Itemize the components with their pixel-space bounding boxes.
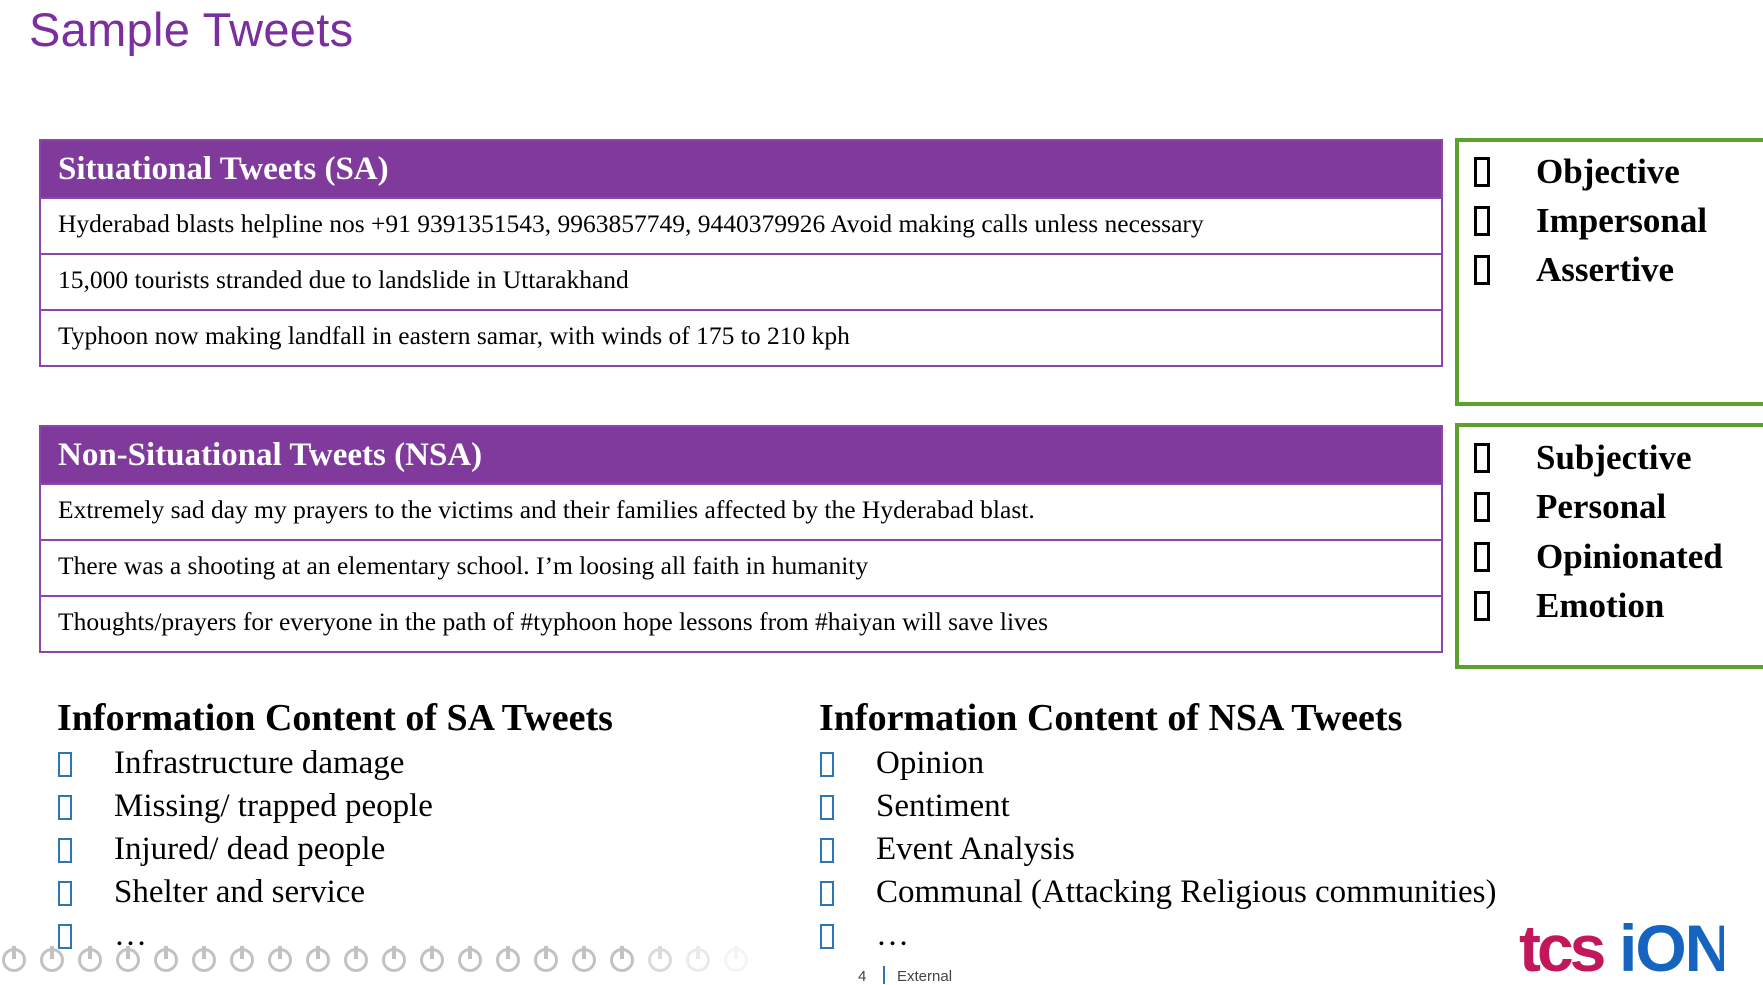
checkbox-icon	[1474, 442, 1490, 473]
list-item: Shelter and service	[57, 871, 613, 914]
tweet-row: Typhoon now making landfall in eastern s…	[41, 309, 1441, 365]
nsa-info-content: Information Content of NSA Tweets Opinio…	[819, 696, 1497, 957]
property-item: Emotion	[1474, 582, 1664, 630]
logo-tcs-text: tcs	[1519, 911, 1604, 979]
power-icon	[420, 946, 444, 972]
list-item-label: Communal (Attacking Religious communitie…	[876, 874, 1497, 910]
property-item: Objective	[1474, 148, 1680, 196]
non-situational-tweets-header: Non-Situational Tweets (NSA)	[41, 427, 1441, 483]
power-icon	[572, 946, 596, 972]
non-situational-tweets-table: Non-Situational Tweets (NSA) Extremely s…	[39, 425, 1443, 653]
sa-info-heading: Information Content of SA Tweets	[57, 697, 613, 739]
property-label: Opinionated	[1536, 537, 1723, 576]
situational-tweets-header: Situational Tweets (SA)	[41, 141, 1441, 197]
power-icon-watermark	[0, 944, 780, 984]
list-item-label: Event Analysis	[876, 831, 1075, 867]
power-icon	[610, 946, 634, 972]
list-item: Missing/ trapped people	[57, 785, 613, 828]
power-icon	[78, 946, 102, 972]
list-item-label: …	[876, 917, 909, 953]
list-item: Opinion	[819, 742, 1402, 785]
power-icon	[344, 946, 368, 972]
list-item: Sentiment	[819, 785, 1402, 828]
bullet-icon	[820, 838, 834, 863]
list-item-label: Injured/ dead people	[114, 831, 386, 867]
classification-label: External	[897, 968, 953, 985]
list-item-label: Opinion	[876, 745, 985, 781]
power-icon	[154, 946, 178, 972]
property-item: Subjective	[1474, 434, 1692, 482]
list-item-label: Sentiment	[876, 788, 1010, 824]
power-icon	[268, 946, 292, 972]
bullet-icon	[820, 752, 834, 777]
bullet-icon	[58, 795, 72, 820]
list-item: Infrastructure damage	[57, 742, 613, 785]
page-title: Sample Tweets	[29, 3, 354, 56]
power-icon	[192, 946, 216, 972]
bullet-icon	[58, 752, 72, 777]
property-item: Impersonal	[1474, 197, 1707, 245]
tcs-ion-logo: tcs iON	[1519, 911, 1724, 979]
checkbox-icon	[1474, 491, 1490, 522]
power-icon	[686, 946, 710, 972]
property-item: Assertive	[1474, 246, 1674, 294]
checkbox-icon	[1474, 205, 1490, 236]
list-item: Event Analysis	[819, 828, 1402, 871]
sa-info-list: Infrastructure damage Missing/ trapped p…	[57, 742, 613, 957]
bullet-icon	[58, 838, 72, 863]
logo-ion-text: iON	[1619, 911, 1724, 979]
power-icon	[116, 946, 140, 972]
bullet-icon	[820, 924, 834, 949]
list-item-label: Missing/ trapped people	[114, 788, 433, 824]
tweet-row: Hyderabad blasts helpline nos +91 939135…	[41, 197, 1441, 253]
list-item: Injured/ dead people	[57, 828, 613, 871]
checkbox-icon	[1474, 254, 1490, 285]
situational-tweets-table: Situational Tweets (SA) Hyderabad blasts…	[39, 139, 1443, 367]
checkbox-icon	[1474, 156, 1490, 187]
property-label: Impersonal	[1536, 201, 1708, 240]
power-icon	[648, 946, 672, 972]
power-icon	[458, 946, 482, 972]
bullet-icon	[820, 881, 834, 906]
tweet-row: Extremely sad day my prayers to the vict…	[41, 483, 1441, 539]
list-item-label: Infrastructure damage	[114, 745, 405, 781]
list-item: Communal (Attacking Religious communitie…	[819, 871, 1497, 914]
property-label: Personal	[1536, 487, 1667, 526]
tweet-row: There was a shooting at an elementary sc…	[41, 539, 1441, 595]
list-item: …	[819, 914, 1402, 957]
page-number: 4	[858, 968, 867, 985]
power-icon	[306, 946, 330, 972]
nsa-properties-box: Subjective Personal Opinionated Emotion	[1455, 423, 1763, 669]
checkbox-icon	[1474, 590, 1490, 621]
checkbox-icon	[1474, 541, 1490, 572]
tweet-row: Thoughts/prayers for everyone in the pat…	[41, 595, 1441, 651]
property-item: Opinionated	[1474, 533, 1723, 581]
nsa-info-list: Opinion Sentiment Event Analysis Communa…	[819, 742, 1497, 957]
property-label: Emotion	[1536, 586, 1665, 625]
sa-info-content: Information Content of SA Tweets Infrast…	[57, 696, 613, 957]
list-item-label: Shelter and service	[114, 874, 366, 910]
property-item: Personal	[1474, 483, 1666, 531]
nsa-info-heading: Information Content of NSA Tweets	[819, 697, 1403, 739]
power-icon	[40, 946, 64, 972]
property-label: Objective	[1536, 152, 1680, 191]
power-icon	[382, 946, 406, 972]
power-icon	[496, 946, 520, 972]
power-icon	[724, 946, 748, 972]
property-label: Assertive	[1536, 250, 1675, 289]
footer-divider	[883, 966, 885, 984]
bullet-icon	[58, 881, 72, 906]
bullet-icon	[820, 795, 834, 820]
power-icon	[534, 946, 558, 972]
property-label: Subjective	[1536, 438, 1692, 477]
sa-properties-box: Objective Impersonal Assertive	[1455, 138, 1763, 406]
power-icon	[2, 946, 26, 972]
power-icon	[230, 946, 254, 972]
tweet-row: 15,000 tourists stranded due to landslid…	[41, 253, 1441, 309]
